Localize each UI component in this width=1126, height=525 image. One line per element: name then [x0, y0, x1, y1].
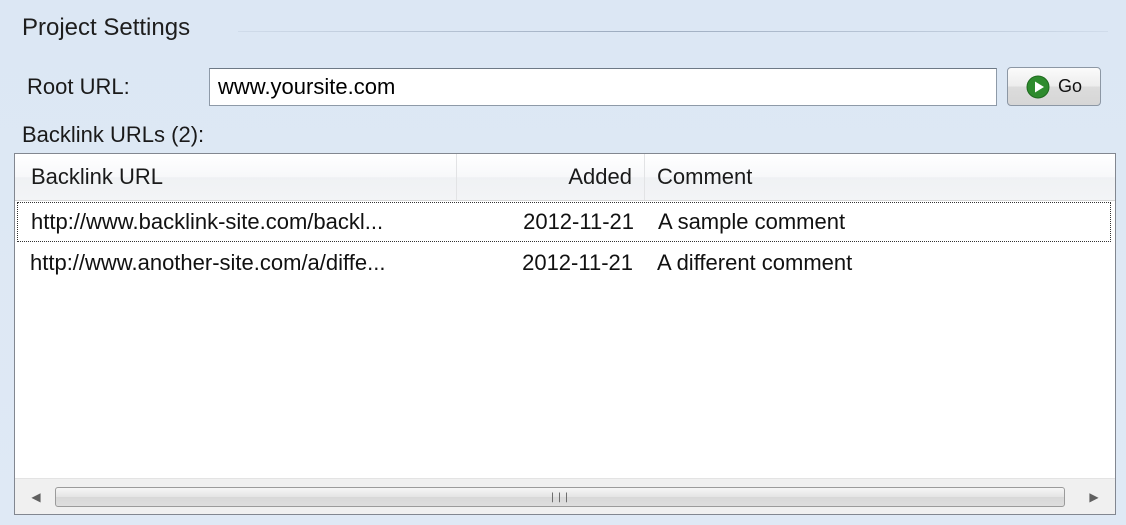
column-header-backlink-url[interactable]: Backlink URL — [15, 154, 457, 200]
row-added: 2012-11-21 — [523, 209, 634, 234]
row-url: http://www.another-site.com/a/diffe... — [30, 250, 386, 275]
group-divider — [238, 31, 1108, 32]
scroll-right-icon[interactable]: ▶ — [1077, 479, 1111, 514]
scroll-left-icon[interactable]: ◀ — [19, 479, 53, 514]
group-title: Project Settings — [22, 14, 191, 41]
horizontal-scrollbar[interactable]: ◀ ||| ▶ — [15, 478, 1115, 514]
go-button-label: Go — [1057, 76, 1082, 96]
go-button[interactable]: Go — [1007, 67, 1101, 106]
root-url-input[interactable] — [209, 68, 997, 106]
row-added: 2012-11-21 — [522, 250, 633, 275]
row-comment: A different comment — [657, 250, 853, 275]
backlinks-count-label: Backlink URLs (2): — [22, 122, 205, 147]
root-url-label: Root URL: — [27, 74, 130, 99]
list-row[interactable]: http://www.another-site.com/a/diffe... 2… — [17, 244, 1111, 284]
grip-icon: ||| — [549, 492, 571, 503]
column-header-comment[interactable]: Comment — [645, 154, 1115, 200]
row-url: http://www.backlink-site.com/backl... — [31, 209, 384, 234]
list-header: Backlink URL Added Comment — [15, 154, 1115, 201]
scrollbar-thumb[interactable]: ||| — [55, 487, 1065, 507]
list-row[interactable]: http://www.backlink-site.com/backl... 20… — [17, 202, 1111, 242]
play-icon — [1026, 75, 1050, 98]
row-comment: A sample comment — [658, 209, 846, 234]
backlinks-list[interactable]: Backlink URL Added Comment http://www.ba… — [14, 153, 1116, 515]
column-header-added[interactable]: Added — [457, 154, 645, 200]
project-settings-panel: Project Settings Root URL: Go Backlink U… — [0, 0, 1126, 525]
